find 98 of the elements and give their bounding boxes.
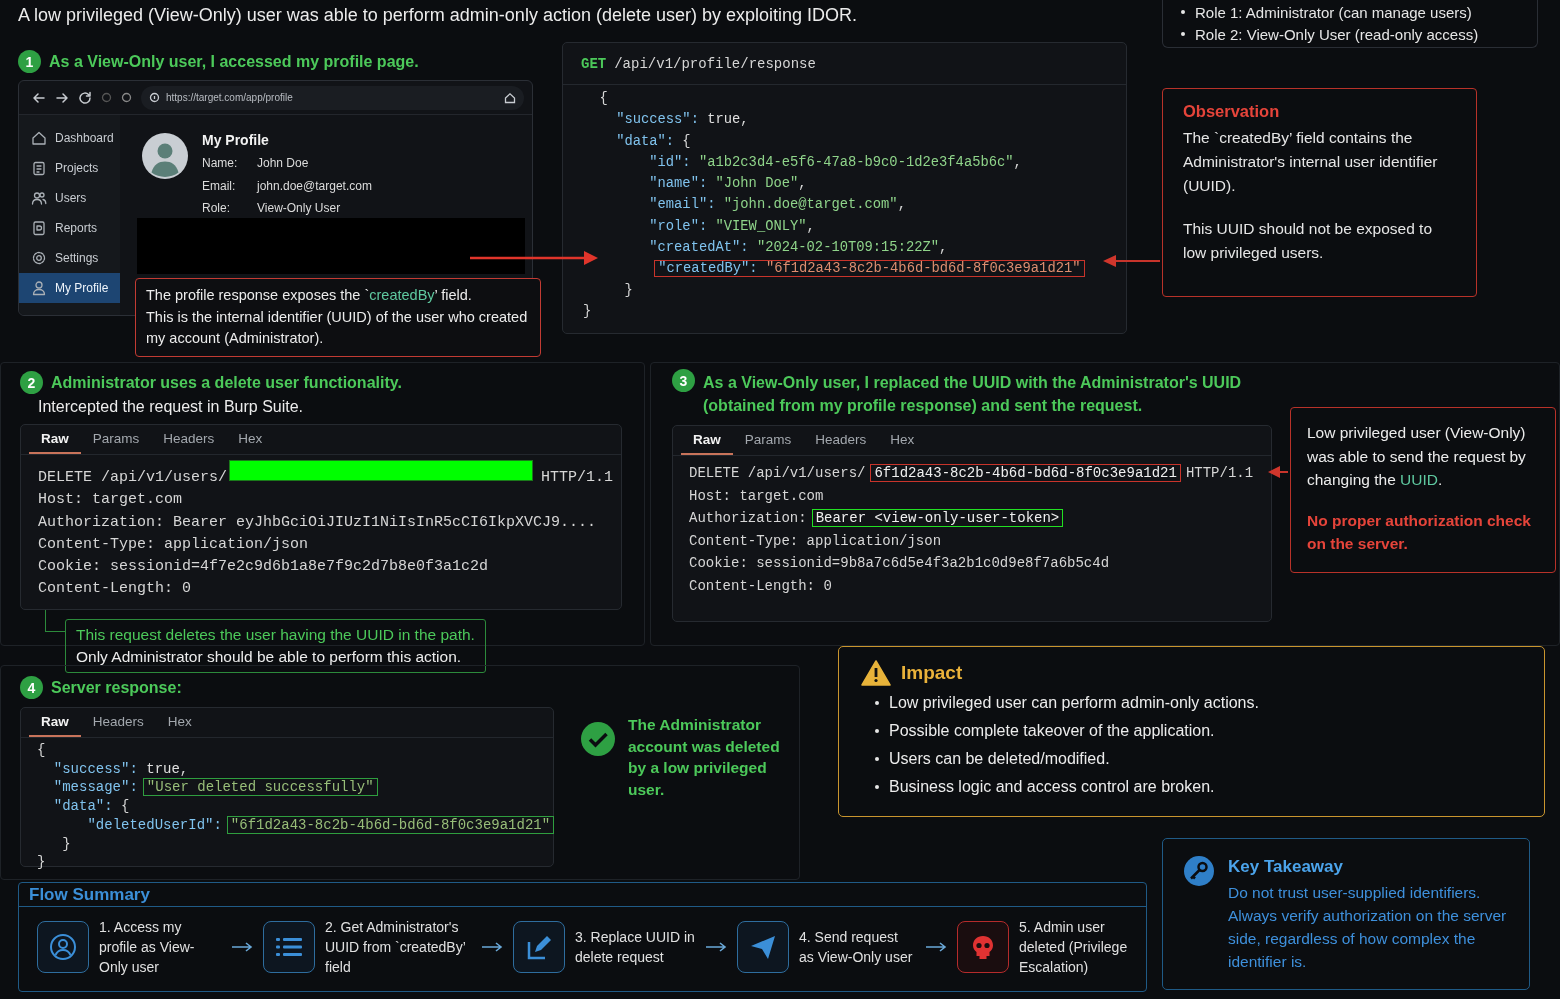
callout-text: This is the internal identifier (UUID) of the user who created my account (Administrator). bbox=[146, 307, 529, 348]
headline: A low privileged (View-Only) user was able to perform admin-only action (delete user) by exploiting IDOR. bbox=[17, 4, 859, 26]
step-badge: 2 bbox=[20, 371, 43, 394]
highlighted-value: 6f1d2a43-8c2b-4b6d-bd6d-8f0c3e9a1d21 bbox=[870, 464, 1181, 482]
step-text: 1. Access my profile as View-Only user bbox=[99, 918, 196, 977]
step-badge: 4 bbox=[20, 676, 43, 699]
code-text: } bbox=[583, 303, 592, 319]
code-text: "deletedUserId": bbox=[87, 816, 222, 833]
callout-text: Low privileged user (View-Only) was able to send the request by changing the UUID. bbox=[1307, 423, 1527, 490]
tab[interactable]: Params bbox=[732, 426, 804, 455]
takeaway-text: Do not trust user-supplied identifiers. Always verify authorization on the server side, regardless of how complex the identifier is. bbox=[1228, 883, 1508, 972]
section-title: Flow Summary bbox=[19, 883, 1146, 907]
tab[interactable]: Raw bbox=[29, 708, 81, 737]
code-text: Host: target.com bbox=[38, 491, 183, 509]
field-value: John Doe bbox=[257, 155, 310, 172]
note-text: Only Administrator should be able to perform this action. bbox=[76, 646, 463, 667]
code-text: Content-Type: application/json bbox=[38, 535, 309, 553]
tab[interactable]: Headers bbox=[803, 426, 879, 455]
impact-item: Users can be deleted/modified. bbox=[889, 750, 1110, 768]
code-text: HTTP/1.1 bbox=[1185, 465, 1254, 481]
code-text: "data": { bbox=[616, 133, 691, 149]
callout-text: The profile response exposes the `createdBy’ field. bbox=[146, 286, 473, 305]
step-text: 5. Admin user deleted (Privilege Escalation) bbox=[1019, 918, 1129, 977]
code-text: "id": "a1b2c3d4-e5f6-47a8-b9c0-1d2e3f4a5b6c", bbox=[649, 154, 1022, 170]
card-title: Impact bbox=[901, 661, 963, 684]
code-text: Content-Length: 0 bbox=[38, 580, 192, 598]
observation-text: The `createdBy’ field contains the Administrator's internal user identifier (UUID). bbox=[1183, 128, 1439, 196]
step-title: As a View-Only user, I accessed my profile page. bbox=[49, 52, 419, 71]
sidebar-item[interactable]: Users bbox=[19, 183, 120, 213]
code-text: "success": true, bbox=[53, 760, 189, 777]
role-text: Role 1: Administrator (can manage users) bbox=[1195, 3, 1472, 21]
highlighted-value: "User deleted successfully" bbox=[142, 778, 378, 797]
sidebar-item[interactable]: Projects bbox=[19, 153, 120, 183]
tab[interactable]: Raw bbox=[29, 425, 81, 454]
code-text: Authorization: Bearer eyJhbGciOiJIUzI1NiIsInR5cCI6IkpXVCJ9.... bbox=[38, 513, 597, 531]
http-method: GET bbox=[581, 55, 607, 72]
step-title: Administrator uses a delete user functionality. bbox=[51, 373, 402, 392]
step-subtitle: Intercepted the request in Burp Suite. bbox=[37, 398, 305, 416]
note-text: This request deletes the user having the UUID in the path. bbox=[76, 624, 475, 645]
field-value: View-Only User bbox=[257, 200, 342, 217]
code-text: "name": "John Doe", bbox=[649, 176, 807, 192]
step-badge: 3 bbox=[672, 369, 695, 392]
code-text: Cookie: sessionid=9b8a7c6d5e4f3a2b1c0d9e8f7a6b5c4d bbox=[689, 555, 1110, 571]
card-title: Key Takeaway bbox=[1228, 857, 1344, 877]
code-text: } bbox=[37, 854, 46, 871]
code-text: } bbox=[624, 282, 633, 298]
callout-text: No proper authorization check on the server. bbox=[1307, 510, 1532, 554]
tab[interactable]: Raw bbox=[681, 426, 733, 455]
code-text: "message": bbox=[53, 779, 138, 796]
tab[interactable]: Headers bbox=[80, 708, 156, 737]
highlighted-value: Bearer <view-only-user-token> bbox=[811, 509, 1064, 527]
impact-item: Possible complete takeover of the application. bbox=[889, 722, 1215, 740]
step-text: 2. Get Administrator's UUID from `createdBy’ field bbox=[325, 918, 467, 977]
tab[interactable]: Hex bbox=[226, 425, 275, 454]
sidebar-item[interactable]: Dashboard bbox=[19, 123, 120, 153]
profile-title: My Profile bbox=[202, 131, 270, 149]
field-label: Role: bbox=[202, 200, 231, 217]
sidebar-item[interactable]: My Profile bbox=[19, 273, 120, 303]
code-text: "role": "VIEW_ONLY", bbox=[649, 218, 815, 234]
sidebar-item[interactable]: Settings bbox=[19, 243, 120, 273]
code-text: "createdAt": "2024-02-10T09:15:22Z", bbox=[649, 240, 948, 256]
highlighted-value: "6f1d2a43-8c2b-4b6d-bd6d-8f0c3e9a1d21" bbox=[226, 815, 555, 834]
step-title: As a View-Only user, I replaced the UUID with the Administrator's UUID (obtained from my profile response) and sent the request. bbox=[703, 373, 1243, 416]
code-text: Content-Type: application/json bbox=[689, 532, 942, 549]
code-text: { bbox=[37, 742, 46, 758]
step-text: 4. Send request as View-Only user bbox=[799, 928, 914, 967]
code-text: "email": "john.doe@target.com", bbox=[649, 197, 906, 213]
code-text: Cookie: sessionid=4f7e2c9d6b1a8e7f9c2d7b8e0f3a1c2d bbox=[38, 558, 489, 576]
code-text: "success": true, bbox=[616, 112, 749, 128]
field-label: Email: bbox=[202, 177, 237, 195]
observation-text: This UUID should not be exposed to low privileged users. bbox=[1183, 219, 1433, 263]
code-text: DELETE /api/v1/users/ bbox=[38, 469, 228, 486]
code-text: Authorization: bbox=[689, 510, 807, 526]
code-text: HTTP/1.1 bbox=[541, 469, 614, 486]
code-text: DELETE /api/v1/users/ bbox=[689, 465, 866, 481]
code-text: Content-Length: 0 bbox=[689, 577, 832, 594]
code-text: } bbox=[62, 835, 71, 852]
code-text: "data": { bbox=[53, 798, 130, 815]
step-badge: 1 bbox=[18, 50, 41, 73]
field-value: john.doe@target.com bbox=[257, 177, 372, 195]
sidebar-item[interactable]: Reports bbox=[19, 213, 120, 243]
code-text: Host: target.com bbox=[689, 487, 824, 504]
endpoint-path: /api/v1/profile/response bbox=[614, 55, 816, 72]
highlighted-value: "createdBy": "6f1d2a43-8c2b-4b6d-bd6d-8f0c3e9a1d21" bbox=[654, 260, 1085, 278]
field-label: Name: bbox=[202, 155, 239, 172]
tab[interactable]: Params bbox=[80, 425, 152, 454]
result-text: The Administrator account was deleted by a low privileged user. bbox=[628, 715, 781, 800]
code-text: { bbox=[599, 91, 608, 106]
tab[interactable]: Hex bbox=[878, 426, 927, 455]
impact-item: Low privileged user can perform admin-only actions. bbox=[889, 694, 1259, 712]
step-title: Server response: bbox=[51, 678, 182, 697]
tab[interactable]: Headers bbox=[151, 425, 227, 454]
url-field[interactable]: https://target.com/app/profile bbox=[141, 85, 524, 110]
role-text: Role 2: View-Only User (read-only access) bbox=[1195, 25, 1479, 43]
tab[interactable]: Hex bbox=[155, 708, 204, 737]
impact-item: Business logic and access control are broken. bbox=[889, 778, 1215, 796]
card-title: Observation bbox=[1183, 102, 1281, 121]
step-text: 3. Replace UUID in delete request bbox=[575, 928, 695, 967]
